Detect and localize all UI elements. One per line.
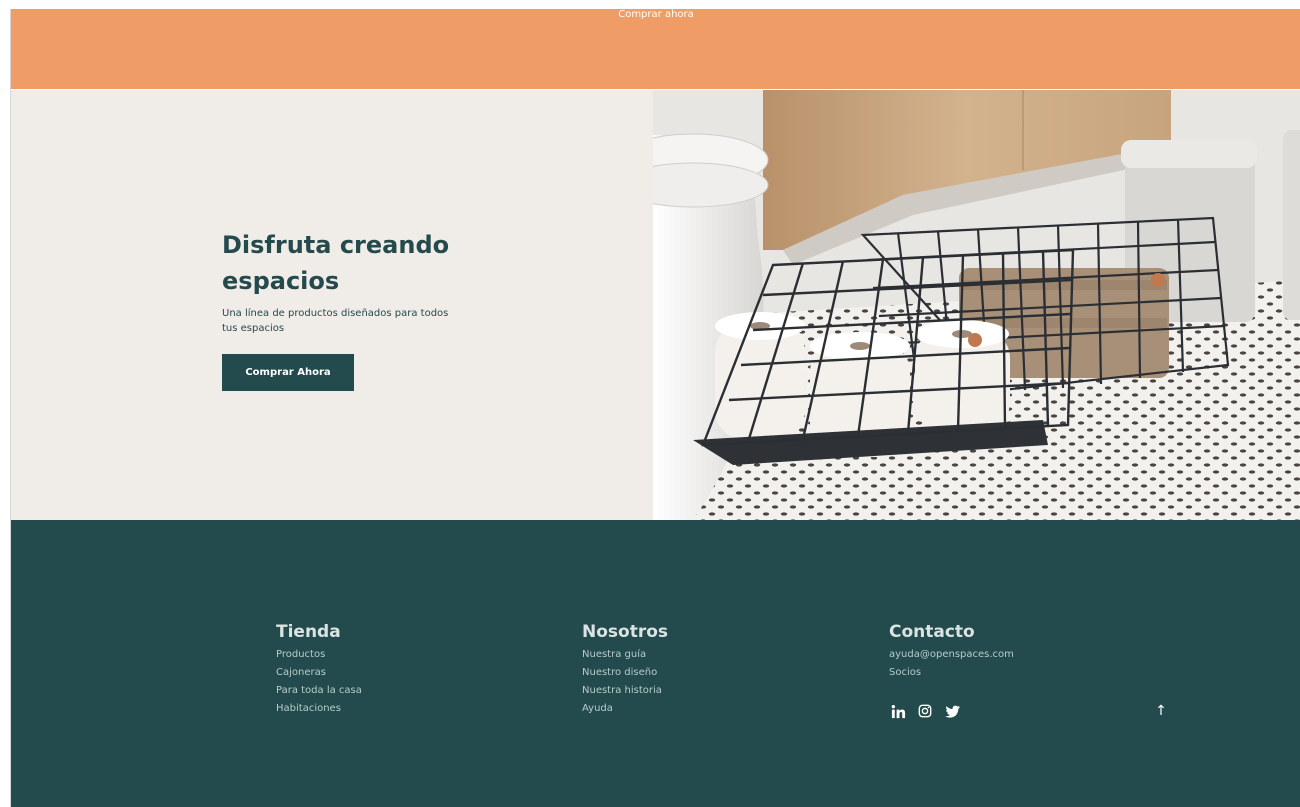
footer-link-nuestra-historia[interactable]: Nuestra historia <box>582 682 668 700</box>
page-frame: Comprar ahora Disfruta creando espacios … <box>10 9 1300 807</box>
footer-column-title: Tienda <box>276 622 341 642</box>
footer-link-nuestro-diseno[interactable]: Nuestro diseño <box>582 664 668 682</box>
hero-image <box>653 90 1300 520</box>
linkedin-icon[interactable] <box>890 703 906 719</box>
top-banner: Comprar ahora <box>11 9 1300 89</box>
hero-text-panel: Disfruta creando espacios Una línea de p… <box>11 90 653 520</box>
hero-section: Disfruta creando espacios Una línea de p… <box>11 90 1300 520</box>
footer-link-socios[interactable]: Socios <box>889 664 1014 682</box>
footer-link-cajoneras[interactable]: Cajoneras <box>276 664 362 682</box>
twitter-icon[interactable] <box>944 703 960 719</box>
footer-column-title: Nosotros <box>582 622 669 642</box>
hero-subtitle: Una línea de productos diseñados para to… <box>222 308 449 334</box>
shop-now-button[interactable]: Comprar Ahora <box>222 354 354 391</box>
banner-shop-link[interactable]: Comprar ahora <box>11 9 1300 20</box>
footer-link-email[interactable]: ayuda@openspaces.com <box>889 646 1014 664</box>
footer-link-para-toda-la-casa[interactable]: Para toda la casa <box>276 682 362 700</box>
footer-column-contacto: Contacto ayuda@openspaces.com Socios <box>889 622 1014 682</box>
site-footer: Tienda Productos Cajoneras Para toda la … <box>11 520 1300 807</box>
footer-link-productos[interactable]: Productos <box>276 646 362 664</box>
footer-link-ayuda[interactable]: Ayuda <box>582 700 668 718</box>
bathroom-baskets-photo <box>653 90 1300 520</box>
instagram-icon[interactable] <box>917 703 933 719</box>
footer-link-nuestra-guia[interactable]: Nuestra guía <box>582 646 668 664</box>
footer-column-tienda: Tienda Productos Cajoneras Para toda la … <box>276 622 362 718</box>
arrow-up-icon[interactable]: ↑ <box>1154 702 1168 720</box>
hero-title: Disfruta creando espacios <box>222 231 450 295</box>
footer-link-habitaciones[interactable]: Habitaciones <box>276 700 362 718</box>
social-links <box>890 703 960 719</box>
footer-column-nosotros: Nosotros Nuestra guía Nuestro diseño Nue… <box>582 622 668 718</box>
footer-column-title: Contacto <box>889 622 975 642</box>
